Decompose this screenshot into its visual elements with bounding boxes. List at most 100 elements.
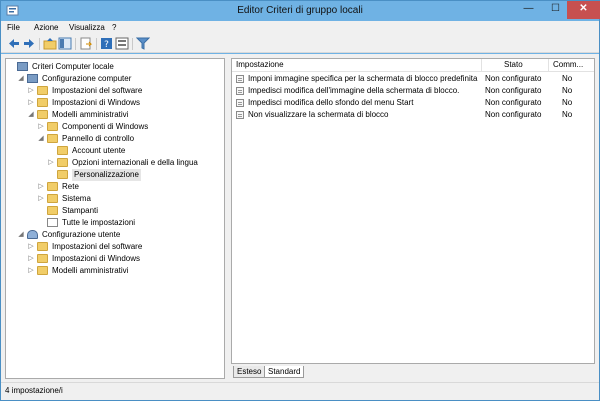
collapsed-arrow-icon[interactable]: ▷ xyxy=(47,157,55,169)
cell-setting: Impedisci modifica dell'immagine della s… xyxy=(248,86,460,95)
list-header: Impostazione Stato Comm... xyxy=(232,59,594,72)
column-divider[interactable] xyxy=(548,59,549,72)
cell-comment: No xyxy=(562,98,573,107)
toolbar-separator xyxy=(75,38,76,50)
cell-state: Non configurato xyxy=(485,86,542,95)
main-area: Criteri Computer locale ◢ Configurazione c… xyxy=(1,54,599,382)
close-button[interactable]: ✕ xyxy=(567,1,600,19)
menu-file[interactable]: File xyxy=(7,23,20,32)
folder-icon xyxy=(37,266,48,275)
folder-icon xyxy=(37,98,48,107)
toolbar-separator xyxy=(132,38,133,50)
cell-state: Non configurato xyxy=(485,74,542,83)
cell-setting: Impedisci modifica dello sfondo del menu… xyxy=(248,98,414,107)
menu-bar: File Azione Visualizza ? xyxy=(1,21,599,35)
cell-comment: No xyxy=(562,86,573,95)
forward-arrow-icon[interactable] xyxy=(22,37,36,50)
table-row[interactable]: Imponi immagine specifica per la scherma… xyxy=(232,73,594,85)
tab-esteso[interactable]: Esteso xyxy=(233,366,266,378)
app-window: Editor Criteri di gruppo locali — ☐ ✕ Fi… xyxy=(0,0,600,401)
cell-setting: Imponi immagine specifica per la scherma… xyxy=(248,74,478,83)
folder-icon xyxy=(37,254,48,263)
tree-item-label: Account utente xyxy=(72,146,126,155)
collapsed-arrow-icon[interactable]: ▷ xyxy=(27,85,35,97)
status-bar: 4 impostazione/i xyxy=(1,382,599,400)
collapsed-arrow-icon[interactable]: ▷ xyxy=(27,265,35,277)
policy-setting-icon xyxy=(236,111,244,119)
folder-icon xyxy=(37,86,48,95)
menu-help[interactable]: ? xyxy=(112,23,116,32)
properties-icon[interactable] xyxy=(115,37,129,50)
title-bar[interactable]: Editor Criteri di gruppo locali — ☐ ✕ xyxy=(1,1,600,21)
maximize-button[interactable]: ☐ xyxy=(542,1,569,19)
folder-icon xyxy=(37,110,48,119)
collapsed-arrow-icon[interactable]: ▷ xyxy=(27,97,35,109)
collapsed-arrow-icon[interactable]: ▷ xyxy=(37,193,45,205)
menu-azione[interactable]: Azione xyxy=(34,23,58,32)
column-header-setting[interactable]: Impostazione xyxy=(236,60,284,69)
back-arrow-icon[interactable] xyxy=(7,37,21,50)
folder-icon xyxy=(47,122,58,131)
svg-text:?: ? xyxy=(104,40,109,50)
toolbar-separator xyxy=(96,38,97,50)
show-hide-tree-icon[interactable] xyxy=(58,37,72,50)
window-title: Editor Criteri di gruppo locali xyxy=(237,5,363,16)
table-row[interactable]: Non visualizzare la schermata di blocco N… xyxy=(232,109,594,121)
tree-item-label: Impostazioni del software xyxy=(52,86,143,95)
folder-icon xyxy=(57,170,68,179)
folder-icon xyxy=(47,182,58,191)
filter-icon[interactable] xyxy=(136,37,150,50)
folder-icon xyxy=(47,206,58,215)
settings-icon xyxy=(47,218,58,227)
tree-item-label: Sistema xyxy=(62,194,91,203)
policy-setting-icon xyxy=(236,99,244,107)
tree-item-label: Impostazioni di Windows xyxy=(52,254,141,263)
policy-setting-icon xyxy=(236,75,244,83)
cell-state: Non configurato xyxy=(485,110,542,119)
tree-item-label: Impostazioni di Windows xyxy=(52,98,141,107)
cell-setting: Non visualizzare la schermata di blocco xyxy=(248,110,389,119)
policy-setting-icon xyxy=(236,87,244,95)
folder-icon xyxy=(47,134,58,143)
tree-item-label: Impostazioni del software xyxy=(52,242,143,251)
folder-icon xyxy=(57,146,68,155)
column-header-comment[interactable]: Comm... xyxy=(553,60,583,69)
tree-item-label: Modelli amministrativi xyxy=(52,266,129,275)
expanded-arrow-icon[interactable]: ◢ xyxy=(17,73,25,85)
expanded-arrow-icon[interactable]: ◢ xyxy=(17,229,25,241)
collapsed-arrow-icon[interactable]: ▷ xyxy=(27,241,35,253)
tree-item-label: Opzioni internazionali e della lingua xyxy=(72,158,198,167)
minimize-button[interactable]: — xyxy=(515,1,542,19)
folder-icon xyxy=(47,194,58,203)
toolbar-separator xyxy=(39,38,40,50)
collapsed-arrow-icon[interactable]: ▷ xyxy=(27,253,35,265)
policy-tree[interactable]: Criteri Computer locale ◢ Configurazione c… xyxy=(5,58,225,379)
up-folder-icon[interactable] xyxy=(43,37,57,50)
table-row[interactable]: Impedisci modifica dell'immagine della s… xyxy=(232,85,594,97)
tree-item-label: Personalizzazione xyxy=(72,169,141,181)
tab-standard[interactable]: Standard xyxy=(264,366,305,378)
help-icon[interactable]: ? xyxy=(100,37,114,50)
column-header-state[interactable]: Stato xyxy=(504,60,523,69)
user-icon xyxy=(27,230,38,239)
menu-visualizza[interactable]: Visualizza xyxy=(69,23,105,32)
collapsed-arrow-icon[interactable]: ▷ xyxy=(37,181,45,193)
column-divider[interactable] xyxy=(481,59,482,72)
computer-icon xyxy=(17,62,28,71)
table-row[interactable]: Impedisci modifica dello sfondo del menu… xyxy=(232,97,594,109)
computer-icon xyxy=(27,74,38,83)
export-list-icon[interactable] xyxy=(79,37,93,50)
cell-comment: No xyxy=(562,74,573,83)
settings-list[interactable]: Impostazione Stato Comm... Imponi immagi… xyxy=(231,58,595,364)
tree-item-label: Stampanti xyxy=(62,206,99,215)
tree-item-label: Modelli amministrativi xyxy=(52,110,129,119)
tree-item-label: Componenti di Windows xyxy=(62,122,149,131)
collapsed-arrow-icon[interactable]: ▷ xyxy=(37,121,45,133)
tree-item-label: Tutte le impostazioni xyxy=(62,218,136,227)
folder-icon xyxy=(37,242,48,251)
cell-comment: No xyxy=(562,110,573,119)
status-text: 4 impostazione/i xyxy=(5,386,63,395)
expanded-arrow-icon[interactable]: ◢ xyxy=(27,109,35,121)
expanded-arrow-icon[interactable]: ◢ xyxy=(37,133,45,145)
tree-item-label: Criteri Computer locale xyxy=(32,62,114,71)
